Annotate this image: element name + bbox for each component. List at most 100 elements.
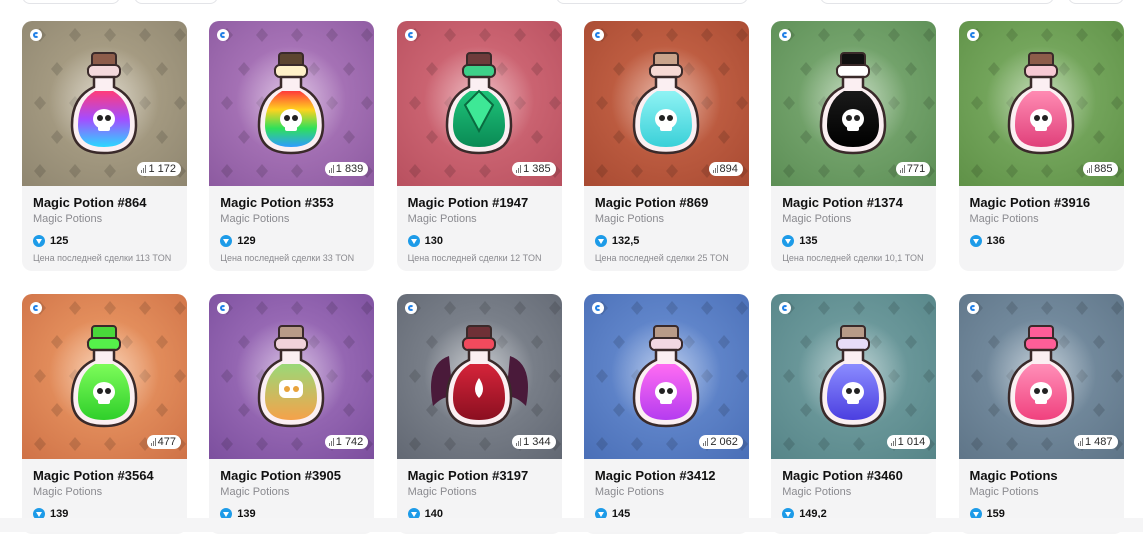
nft-image[interactable]: 1 385: [396, 21, 562, 186]
nft-title[interactable]: Magic Potion #864: [33, 195, 146, 210]
top-toolbar-edge: [0, 0, 1143, 4]
stats-badge: 1 014: [886, 435, 931, 449]
stats-count: 885: [1094, 163, 1113, 175]
signal-bars-icon: [516, 165, 522, 173]
bottom-bar: [0, 518, 1143, 532]
signal-bars-icon: [1077, 438, 1083, 446]
stats-count: 1 344: [523, 436, 551, 448]
nft-title[interactable]: Magic Potion #3412: [595, 468, 716, 483]
verified-icon: [30, 302, 42, 314]
collection-name[interactable]: Magic Potions: [782, 486, 851, 498]
nft-image[interactable]: 477: [22, 294, 187, 459]
collection-name[interactable]: Magic Potions: [408, 213, 477, 225]
verified-icon: [966, 302, 979, 314]
nft-title[interactable]: Magic Potion #3905: [220, 468, 341, 483]
nft-title[interactable]: Magic Potion #3460: [782, 468, 903, 483]
stats-badge: 1 487: [1073, 435, 1118, 449]
filter-button[interactable]: [22, 0, 120, 4]
nft-image[interactable]: 1 487: [958, 294, 1124, 459]
signal-bars-icon: [1087, 165, 1093, 173]
nft-card[interactable]: 1 839 Magic Potion #353 Magic Potions 12…: [209, 21, 375, 271]
signal-bars-icon: [703, 438, 709, 446]
nft-card[interactable]: 477 Magic Potion #3564 Magic Potions 139: [22, 294, 187, 534]
stats-count: 477: [157, 436, 176, 448]
price: 135: [782, 235, 818, 247]
last-sale-price: Цена последней сделки 10,1 TON: [782, 253, 924, 263]
collection-name[interactable]: Magic Potions: [782, 213, 851, 225]
nft-image[interactable]: 1 742: [209, 294, 375, 459]
nft-image[interactable]: 1 839: [209, 21, 375, 186]
ton-icon: [782, 235, 795, 247]
nft-card[interactable]: 1 742 Magic Potion #3905 Magic Potions 1…: [209, 294, 375, 534]
nft-card[interactable]: 1 014 Magic Potion #3460 Magic Potions 1…: [771, 294, 937, 534]
last-sale-price: Цена последней сделки 12 TON: [407, 253, 542, 263]
stats-count: 771: [906, 163, 926, 175]
verified-icon: [404, 302, 417, 314]
collection-name[interactable]: Magic Potions: [33, 486, 102, 498]
stats-count: 894: [719, 163, 738, 175]
nft-title[interactable]: Magic Potion #353: [220, 195, 333, 210]
nft-image[interactable]: 2 062: [583, 294, 749, 459]
collection-name[interactable]: Magic Potions: [595, 213, 664, 225]
price: 132,5: [594, 235, 639, 247]
collection-name[interactable]: Magic Potions: [220, 486, 289, 498]
nft-card[interactable]: 885 Magic Potion #3916 Magic Potions 136: [958, 21, 1124, 271]
sort-button[interactable]: [134, 0, 218, 4]
price-filter[interactable]: [820, 0, 1054, 4]
stats-badge: 771: [895, 162, 931, 176]
stats-badge: 1 344: [512, 435, 556, 449]
nft-image[interactable]: 894: [583, 21, 749, 186]
collection-name[interactable]: Magic Potions: [220, 213, 289, 225]
nft-image[interactable]: 1 344: [396, 294, 562, 459]
collection-name[interactable]: Magic Potions: [970, 486, 1039, 498]
verified-icon: [30, 29, 42, 41]
nft-title[interactable]: Magic Potion #1374: [782, 195, 903, 210]
verified-icon: [404, 29, 417, 41]
signal-bars-icon: [150, 438, 156, 446]
nft-title[interactable]: Magic Potion #3916: [970, 195, 1091, 210]
last-sale-price: Цена последней сделки 25 TON: [594, 253, 729, 263]
signal-bars-icon: [328, 165, 334, 173]
nft-image[interactable]: 1 172: [22, 21, 187, 186]
nft-title[interactable]: Magic Potion #1947: [408, 195, 529, 210]
price-value: 136: [986, 235, 1005, 247]
stats-count: 1 742: [335, 436, 364, 448]
last-sale-price: Цена последней сделки 113 TON: [33, 253, 172, 263]
search-input[interactable]: [556, 0, 748, 4]
nft-title[interactable]: Magic Potion #3197: [408, 468, 529, 483]
nft-image[interactable]: 1 014: [771, 294, 937, 459]
nft-image[interactable]: 771: [771, 21, 937, 186]
price: 125: [33, 235, 68, 247]
ton-icon: [220, 235, 233, 247]
view-toggle-button[interactable]: [1068, 0, 1124, 4]
ton-icon: [33, 235, 45, 247]
nft-card[interactable]: 1 487 Magic Potions Magic Potions 159: [958, 294, 1124, 534]
signal-bars-icon: [328, 438, 334, 446]
nft-card[interactable]: 1 344 Magic Potion #3197 Magic Potions 1…: [396, 294, 562, 534]
nft-card[interactable]: 1 172 Magic Potion #864 Magic Potions 12…: [22, 21, 187, 271]
collection-name[interactable]: Magic Potions: [970, 213, 1039, 225]
stats-count: 1 385: [523, 163, 551, 175]
stats-count: 1 839: [335, 163, 364, 175]
nft-card[interactable]: 2 062 Magic Potion #3412 Magic Potions 1…: [583, 294, 749, 534]
signal-bars-icon: [890, 438, 896, 446]
stats-badge: 1 385: [512, 162, 556, 176]
collection-name[interactable]: Magic Potions: [408, 486, 477, 498]
ton-icon: [594, 235, 607, 247]
nft-card[interactable]: 1 385 Magic Potion #1947 Magic Potions 1…: [396, 21, 562, 271]
collection-name[interactable]: Magic Potions: [33, 213, 102, 225]
stats-badge: 894: [708, 162, 743, 176]
nft-title[interactable]: Magic Potion #869: [595, 195, 708, 210]
stats-badge: 2 062: [699, 435, 743, 449]
signal-bars-icon: [712, 165, 718, 173]
nft-card[interactable]: 771 Magic Potion #1374 Magic Potions 135…: [771, 21, 937, 271]
nft-title[interactable]: Magic Potions: [970, 468, 1058, 483]
nft-card[interactable]: 894 Magic Potion #869 Magic Potions 132,…: [583, 21, 749, 271]
ton-icon: [407, 235, 420, 247]
collection-name[interactable]: Magic Potions: [595, 486, 664, 498]
nft-image[interactable]: 885: [958, 21, 1124, 186]
ton-icon: [969, 235, 982, 247]
stats-badge: 477: [146, 435, 181, 449]
verified-icon: [591, 29, 604, 41]
nft-title[interactable]: Magic Potion #3564: [33, 468, 154, 483]
